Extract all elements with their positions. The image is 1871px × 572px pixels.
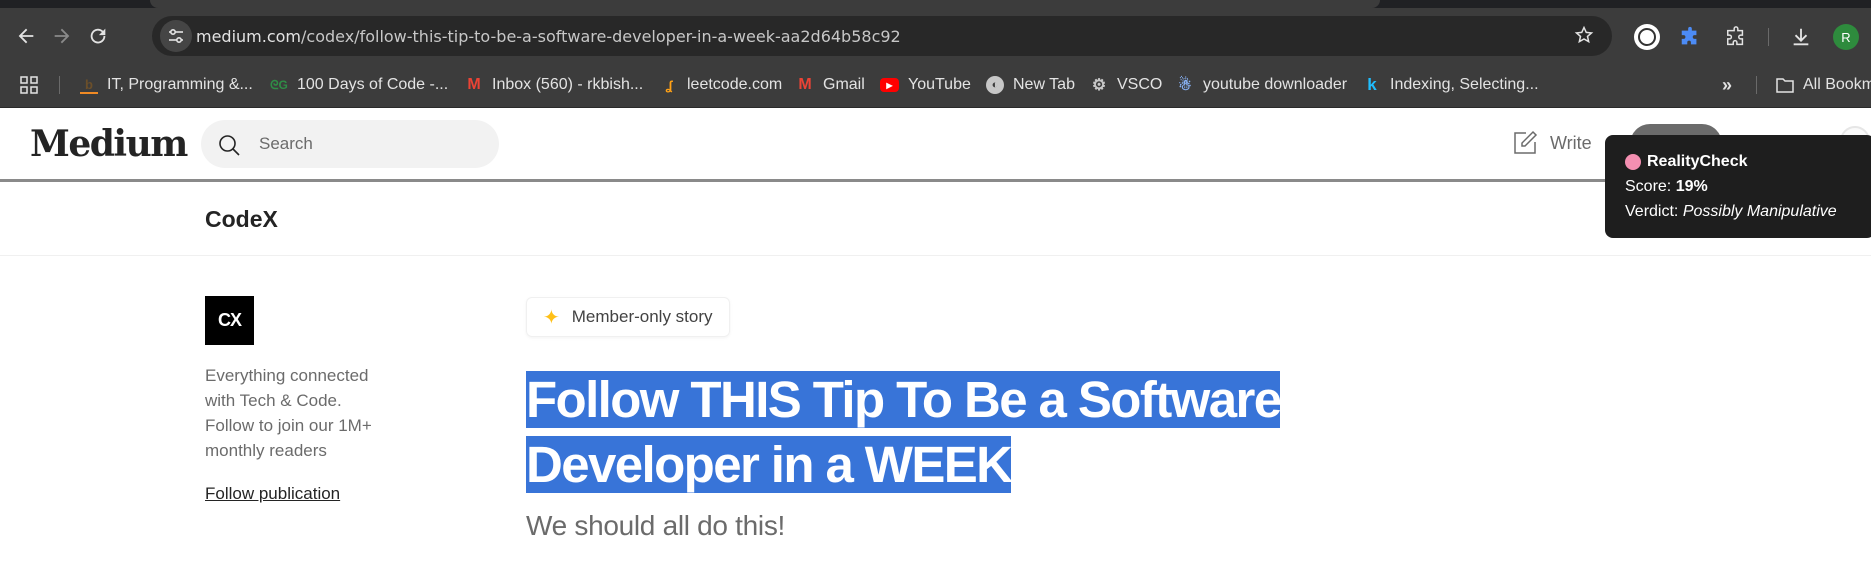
gmail-icon: M <box>798 76 812 93</box>
bookmark-item[interactable]: M Inbox (560) - rkbish... <box>465 74 643 96</box>
member-only-badge: ✦ Member-only story <box>526 297 730 337</box>
back-arrow-icon <box>18 28 34 44</box>
bookmark-item[interactable]: ▶ YouTube <box>880 74 971 96</box>
apps-button[interactable] <box>20 74 38 96</box>
realitycheck-title: RealityCheck <box>1647 153 1748 170</box>
bookmark-label: New Tab <box>1013 76 1075 93</box>
sparkle-icon: ✦ <box>543 306 560 329</box>
bookmark-item[interactable]: ⚙ VSCO <box>1090 74 1163 96</box>
title-line-1: Follow THIS Tip To Be a Software <box>526 371 1282 428</box>
bookmark-label: leetcode.com <box>687 76 783 93</box>
follow-publication-link[interactable]: Follow publication <box>205 484 340 504</box>
medium-logo[interactable]: Medium <box>30 123 188 165</box>
bookmark-star-icon[interactable] <box>1574 25 1594 50</box>
geeksforgeeks-icon: ᘓG <box>270 77 288 92</box>
bookmark-label: VSCO <box>1117 76 1163 93</box>
extensions-menu-icon[interactable] <box>1721 22 1751 52</box>
forward-arrow-icon <box>54 28 70 44</box>
vsco-icon: ⚙ <box>1091 77 1107 94</box>
bookmark-label: YouTube <box>908 76 971 93</box>
realitycheck-tooltip: RealityCheck Score: 19% Verdict: Possibl… <box>1605 135 1871 238</box>
kaggle-icon: k <box>1367 75 1377 94</box>
verdict-value: Possibly Manipulative <box>1682 203 1837 220</box>
bookmark-item[interactable]: M Gmail <box>796 74 865 96</box>
browser-toolbar: medium.com/codex/follow-this-tip-to-be-a… <box>0 0 1871 62</box>
puzzle-extension-icon[interactable] <box>1675 22 1705 52</box>
search-icon <box>219 135 240 156</box>
more-bookmarks-button[interactable]: » <box>1718 74 1736 96</box>
profile-avatar[interactable]: R <box>1833 24 1859 50</box>
bookmarks-bar: b IT, Programming &... ᘓG 100 Days of Co… <box>0 62 1871 108</box>
bookmark-favicon-h-icon: b <box>80 76 98 94</box>
reload-icon <box>90 28 106 44</box>
tab-strip <box>0 0 1871 8</box>
leetcode-icon: ʆ <box>665 77 673 93</box>
bookmarks-separator <box>1756 76 1757 94</box>
bookmark-label: 100 Days of Code -... <box>297 76 449 93</box>
reload-button[interactable] <box>82 20 114 52</box>
score-value: 19% <box>1675 178 1708 195</box>
address-bar[interactable]: medium.com/codex/follow-this-tip-to-be-a… <box>152 16 1612 56</box>
write-icon <box>1514 130 1538 154</box>
gmail-icon: M <box>467 76 481 93</box>
url-path: /codex/follow-this-tip-to-be-a-software-… <box>301 27 901 46</box>
write-label: Write <box>1550 132 1592 153</box>
realitycheck-header: RealityCheck <box>1625 149 1871 174</box>
active-tab[interactable] <box>150 0 1380 8</box>
verdict-label: Verdict: <box>1625 203 1679 220</box>
article-title: Follow THIS Tip To Be a Software Develope… <box>526 367 1326 497</box>
folder-icon <box>1776 76 1794 94</box>
article-subtitle: We should all do this! <box>526 510 786 541</box>
realitycheck-verdict: Verdict: Possibly Manipulative <box>1625 199 1871 224</box>
realitycheck-score: Score: 19% <box>1625 174 1871 199</box>
back-button[interactable] <box>10 20 42 52</box>
downloader-icon: ☃ <box>1178 77 1192 94</box>
bookmarks-separator <box>59 76 60 94</box>
globe-icon: ◐ <box>986 76 1004 94</box>
publication-description: Everything connected with Tech & Code. F… <box>205 366 372 460</box>
downloads-icon[interactable] <box>1786 22 1816 52</box>
bookmark-label: Gmail <box>823 76 865 93</box>
bookmark-item[interactable]: ◐ New Tab <box>986 74 1075 96</box>
medium-header: Medium Search Write <box>0 108 1871 182</box>
all-bookmarks-label: All Bookm <box>1803 76 1871 93</box>
forward-button[interactable] <box>46 20 78 52</box>
browser-window: medium.com/codex/follow-this-tip-to-be-a… <box>0 0 1871 572</box>
site-info-button[interactable] <box>160 20 192 52</box>
url-text: medium.com/codex/follow-this-tip-to-be-a… <box>196 27 901 46</box>
search-placeholder: Search <box>259 134 313 153</box>
bookmark-item[interactable]: ʆ leetcode.com <box>660 74 782 96</box>
score-label: Score: <box>1625 178 1672 195</box>
chevron-double-right-icon: » <box>1721 74 1732 95</box>
publication-logo[interactable]: CX <box>205 296 254 345</box>
apps-grid-icon <box>20 76 38 94</box>
write-button[interactable]: Write <box>1512 130 1592 156</box>
bookmark-item[interactable]: k Indexing, Selecting... <box>1363 74 1539 96</box>
publication-name[interactable]: CodeX <box>205 206 278 233</box>
bookmark-label: youtube downloader <box>1203 76 1348 93</box>
member-only-label: Member-only story <box>571 307 713 326</box>
all-bookmarks-button[interactable]: All Bookm <box>1776 74 1871 96</box>
bookmark-item[interactable]: ᘓG 100 Days of Code -... <box>270 74 448 96</box>
search-input[interactable]: Search <box>201 120 499 168</box>
url-host: medium.com <box>196 27 302 46</box>
bookmark-label: Indexing, Selecting... <box>1390 76 1539 93</box>
youtube-icon: ▶ <box>880 78 899 92</box>
publication-bar: CodeX <box>0 182 1871 256</box>
bookmark-label: Inbox (560) - rkbish... <box>492 76 644 93</box>
tune-icon <box>169 28 183 44</box>
title-line-2: Developer in a WEEK <box>526 436 1013 493</box>
bookmark-item[interactable]: b IT, Programming &... <box>80 74 253 96</box>
brain-icon <box>1625 153 1641 170</box>
bookmark-label: IT, Programming &... <box>107 76 253 93</box>
extension-circle-icon[interactable] <box>1632 22 1662 52</box>
toolbar-separator <box>1768 28 1769 46</box>
bookmark-item[interactable]: ☃ youtube downloader <box>1176 74 1347 96</box>
